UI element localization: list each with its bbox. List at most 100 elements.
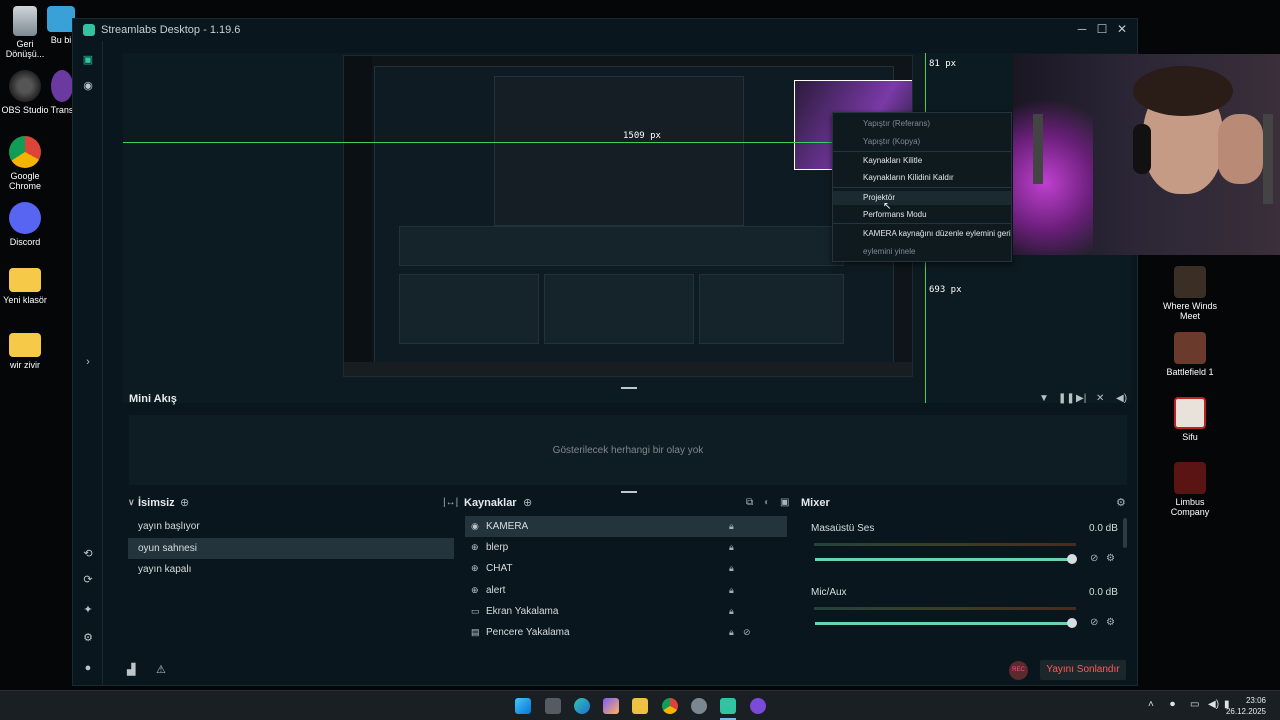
desktop-icon-limbus-company[interactable]: Limbus Company — [1158, 462, 1222, 517]
menu-item-lock-sources[interactable]: Kaynakları Kilitle — [863, 156, 922, 165]
left-readout: 1509 px — [623, 131, 661, 141]
copilot-icon[interactable] — [603, 698, 619, 714]
volume-meter — [814, 543, 1076, 546]
volume-slider[interactable] — [815, 558, 1072, 561]
source-item[interactable]: ▤ Pencere Yakalama 🔒︎ ⊘ — [465, 622, 787, 643]
menu-item-performance-mode[interactable]: Performans Modu — [863, 210, 927, 219]
scene-item[interactable]: yayın kapalı — [128, 559, 454, 580]
skip-icon[interactable]: ▶| — [1076, 393, 1086, 404]
game-icon — [1174, 462, 1206, 494]
hidden-eye-icon[interactable]: ⊘ — [743, 622, 751, 643]
minimize-button[interactable]: ─ — [1073, 22, 1091, 36]
add-scene-icon[interactable]: ⊕ — [180, 496, 189, 509]
performance-stats-icon[interactable]: ▟ — [127, 663, 135, 676]
desktop-icon-discord[interactable]: Discord — [0, 202, 55, 247]
desktop-icon-google-chrome[interactable]: Google Chrome — [0, 136, 55, 191]
mute-icon[interactable]: ⊘ — [1090, 553, 1098, 564]
start-windows-icon[interactable] — [515, 698, 531, 714]
lock-icon[interactable]: 🔒︎ — [729, 516, 734, 537]
tray-overflow-icon[interactable]: ˄ — [1148, 699, 1154, 710]
menu-item-unlock-sources[interactable]: Kaynakların Kilidini Kaldır — [863, 173, 954, 182]
alert-warning-icon[interactable]: ⚠ — [156, 663, 166, 676]
scene-item[interactable]: yayın başlıyor — [128, 516, 454, 537]
file-explorer-icon[interactable] — [632, 698, 648, 714]
mute-alerts-icon[interactable]: ✕ — [1096, 393, 1104, 404]
add-source-icon[interactable]: ⊕ — [523, 496, 532, 509]
network-icon[interactable]: ▭ — [1190, 699, 1199, 710]
mixer-channel-db: 0.0 dB — [1089, 523, 1118, 534]
settings-gear-icon[interactable]: ⚙ — [81, 631, 95, 645]
edge-icon[interactable] — [574, 698, 590, 714]
source-item[interactable]: ⊕ CHAT 🔒︎ — [465, 558, 787, 579]
add-widget-icon[interactable]: ✦ — [81, 603, 95, 617]
channel-settings-gear-icon[interactable]: ⚙ — [1106, 553, 1115, 564]
desktop-icon-sifu[interactable]: Sifu — [1158, 397, 1222, 442]
record-button[interactable]: REC — [1009, 661, 1028, 680]
menu-item-projector[interactable]: Projektör — [833, 191, 1011, 205]
group-icon[interactable]: ⧉ — [746, 497, 753, 508]
desktop-icon-battlefield-1[interactable]: Battlefield 1 — [1158, 332, 1222, 377]
menu-item-paste-copy[interactable]: Yapıştır (Kopya) — [863, 137, 920, 146]
preview-screen-capture[interactable] — [343, 55, 913, 377]
menu-item-undo[interactable]: KAMERA kaynağını düzenle eylemini geri a… — [863, 229, 1019, 238]
volume-slider-knob[interactable] — [1067, 618, 1077, 628]
volume-slider-knob[interactable] — [1067, 554, 1077, 564]
profile-icon[interactable]: ● — [81, 661, 95, 675]
settings-gear-icon[interactable] — [691, 698, 707, 714]
desktop-icon-new-folder[interactable]: Yeni klasör — [0, 268, 55, 305]
source-item[interactable]: ⊕ blerp 🔒︎ — [465, 537, 787, 558]
menu-item-paste-reference[interactable]: Yapıştır (Referans) — [863, 119, 930, 128]
highlighter-icon[interactable]: ⟳ — [81, 573, 95, 587]
collab-icon[interactable]: ⟲ — [81, 547, 95, 561]
collapse-chevron-icon[interactable]: ∨ — [128, 497, 135, 508]
resize-handle[interactable] — [621, 491, 637, 493]
mixer-settings-gear-icon[interactable]: ⚙ — [1116, 496, 1126, 509]
lock-icon[interactable]: 🔒︎ — [729, 601, 734, 622]
maximize-button[interactable]: ☐ — [1093, 22, 1111, 36]
monitor-icon: ▭ — [471, 606, 480, 616]
streamlabs-icon[interactable] — [720, 698, 736, 714]
selective-recording-icon[interactable]: ◐ — [764, 497, 770, 508]
volume-slider[interactable] — [815, 622, 1072, 625]
channel-settings-gear-icon[interactable]: ⚙ — [1106, 617, 1115, 628]
close-button[interactable]: ✕ — [1113, 22, 1131, 36]
volume-icon[interactable]: ◀) — [1116, 393, 1127, 404]
mixer-scrollbar[interactable] — [1123, 518, 1127, 548]
source-item[interactable]: ▭ Ekran Yakalama 🔒︎ — [465, 601, 787, 622]
desktop-icon-label: OBS Studio — [1, 105, 49, 115]
expand-chevron-icon[interactable]: › — [81, 355, 95, 369]
menu-item-redo[interactable]: eylemini yinele — [863, 247, 915, 256]
desktop-icon-wir-zivir[interactable]: wir zivir — [0, 333, 55, 370]
scenes-title[interactable]: İsimsiz — [138, 497, 175, 509]
scene-transitions-icon[interactable]: |↔| — [443, 497, 458, 508]
lock-icon[interactable]: 🔒︎ — [729, 580, 734, 601]
add-folder-icon[interactable]: ▣ — [780, 497, 789, 508]
mixer-channel-db: 0.0 dB — [1089, 587, 1118, 598]
clock[interactable]: 23:06 26.12.2025 — [1226, 695, 1266, 717]
title-bar[interactable]: Streamlabs Desktop - 1.19.6 ─ ☐ ✕ — [73, 19, 1137, 41]
pause-icon[interactable]: ❚❚ — [1058, 393, 1075, 404]
mute-icon[interactable]: ⊘ — [1090, 617, 1098, 628]
filter-icon[interactable]: ▼ — [1039, 393, 1049, 404]
volume-icon[interactable]: ◀) — [1208, 699, 1219, 710]
microphone-icon[interactable]: ⏺ — [1170, 699, 1175, 710]
source-item[interactable]: ◉ KAMERA 🔒︎ — [465, 516, 787, 537]
globe-icon: ⊕ — [471, 563, 479, 573]
chrome-icon[interactable] — [662, 698, 678, 714]
end-stream-button[interactable]: Yayını Sonlandır — [1040, 660, 1126, 680]
source-item[interactable]: ⊕ alert 🔒︎ — [465, 580, 787, 601]
desktop-icon-trans[interactable]: Trans — [50, 70, 74, 115]
editor-icon[interactable]: ▣ — [81, 53, 95, 67]
sources-title: Kaynaklar — [464, 497, 517, 509]
lock-icon[interactable]: 🔒︎ — [729, 537, 734, 558]
task-view-icon[interactable] — [545, 698, 561, 714]
desktop-icon-where-winds-meet[interactable]: Where Winds Meet — [1158, 266, 1222, 321]
app-icon[interactable] — [750, 698, 766, 714]
taskbar: ˄ ⏺ ▭ ◀) ▮ 23:06 26.12.2025 — [0, 690, 1280, 720]
lock-icon[interactable]: 🔒︎ — [729, 558, 734, 579]
source-label: CHAT — [486, 563, 513, 574]
lock-icon[interactable]: 🔒︎ — [729, 622, 734, 643]
record-history-icon[interactable]: ◉ — [81, 79, 95, 93]
scene-item[interactable]: oyun sahnesi — [128, 538, 454, 559]
desktop-icon-obs-studio[interactable]: OBS Studio — [0, 70, 55, 115]
